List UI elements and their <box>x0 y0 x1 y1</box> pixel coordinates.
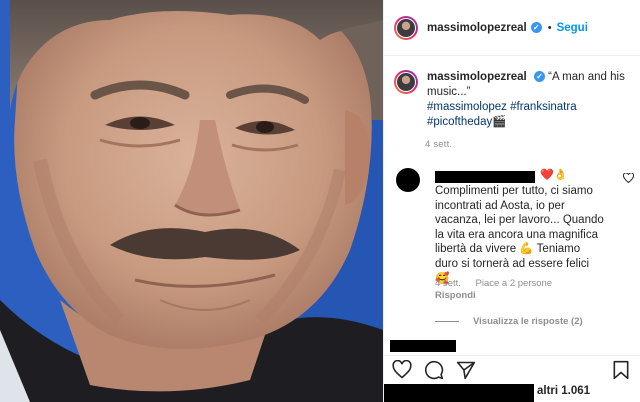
hashtag-link[interactable]: #franksinatra <box>510 101 576 113</box>
follow-button[interactable]: Segui <box>557 22 588 34</box>
replies-line-divider <box>435 321 459 322</box>
comment-timestamp[interactable]: 4 sett. <box>435 278 461 289</box>
commenter-avatar-redacted[interactable] <box>396 168 420 192</box>
actions-divider <box>384 355 640 356</box>
author-username[interactable]: massimolopezreal <box>427 22 527 34</box>
post-actions <box>392 360 476 380</box>
man-portrait-image <box>0 0 383 402</box>
caption-verified-badge-icon: ✓ <box>533 71 545 82</box>
reply-button[interactable]: Rispondi <box>435 290 476 301</box>
heart-icon[interactable] <box>392 360 412 380</box>
post-photo[interactable] <box>0 0 383 402</box>
verified-badge-icon: ✓ <box>530 22 542 33</box>
caption-author-avatar[interactable] <box>394 70 418 94</box>
view-replies-button[interactable]: Visualizza le risposte (2) <box>435 316 583 327</box>
caption-username[interactable]: massimolopezreal <box>427 71 527 83</box>
comment-text: Complimenti per tutto, ci siamo incontra… <box>435 185 604 285</box>
hashtag-link[interactable]: #massimolopez <box>427 101 507 113</box>
likes-count[interactable]: altri 1.061 <box>537 385 590 397</box>
comment-likes-count[interactable]: Piace a 2 persone <box>476 278 553 289</box>
comment-icon[interactable] <box>424 360 444 380</box>
author-avatar[interactable] <box>394 15 418 40</box>
liked-by-redacted <box>384 384 534 402</box>
bookmark-icon[interactable] <box>612 360 630 380</box>
comment-meta: 4 sett. Piace a 2 persone <box>435 278 564 289</box>
comment-like-icon[interactable] <box>622 172 635 186</box>
hashtag-link[interactable]: #picoftheday <box>427 116 492 128</box>
view-replies-label: Visualizza le risposte (2) <box>473 316 583 327</box>
share-icon[interactable] <box>456 360 476 380</box>
post-modal: massimolopezreal ✓ • Segui massimolopezr… <box>0 0 640 402</box>
caption-timestamp[interactable]: 4 sett. <box>425 139 452 150</box>
header-separator: • <box>547 21 552 34</box>
post-header: massimolopezreal ✓ • Segui <box>384 0 640 56</box>
redacted-block <box>390 340 456 352</box>
commenter-username-redacted <box>435 171 535 183</box>
comment-header-emoji: ❤️👌 <box>540 169 568 181</box>
post-caption: massimolopezreal ✓ “A man and his music.… <box>394 70 634 130</box>
clapper-emoji: 🎬 <box>492 116 507 128</box>
post-details-panel: massimolopezreal ✓ • Segui massimolopezr… <box>383 0 640 402</box>
